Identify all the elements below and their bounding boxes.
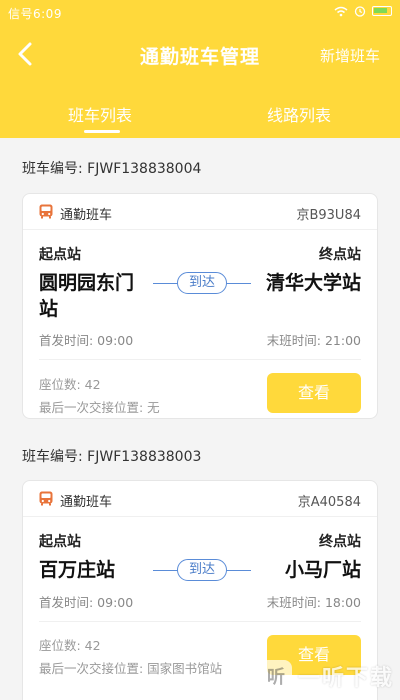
license-plate: 京A40584 <box>297 495 361 510</box>
seat-count: 座位数: 42 <box>39 377 101 392</box>
start-station-label: 起点站 <box>39 247 81 263</box>
end-station-name: 小马厂站 <box>284 559 361 581</box>
bus-type-label: 通勤班车 <box>60 208 113 223</box>
tab-route-list[interactable]: 线路列表 <box>267 102 331 126</box>
start-station-name: 圆明园东门 站 <box>39 270 134 322</box>
license-plate: 京B93U84 <box>296 208 361 223</box>
first-departure-time: 首发时间: 09:00 <box>39 595 134 610</box>
watermark-logo-icon: 听 <box>259 660 292 692</box>
arrive-badge: 到达 <box>177 559 227 581</box>
start-station-label: 起点站 <box>39 534 81 550</box>
bus-icon <box>39 204 53 219</box>
nav-bar: 通勤班车管理 新增班车 <box>0 30 400 80</box>
bus-card: 通勤班车 京B93U84 起点站 终点站 圆明园东门 站 到达 清华大学站 首发… <box>22 193 378 419</box>
battery-icon <box>372 6 392 16</box>
wifi-icon <box>334 6 348 16</box>
status-bar: 信号6:09 <box>0 0 400 26</box>
card-header: 通勤班车 京B93U84 <box>23 194 377 230</box>
end-station-name: 清华大学站 <box>265 272 361 294</box>
last-bus-time: 末班时间: 18:00 <box>266 595 361 610</box>
arrive-badge: 到达 <box>177 272 227 294</box>
tab-bar: 班车列表 线路列表 <box>0 96 400 138</box>
bus-number-label: 班车编号: FJWF138838004 <box>22 161 202 177</box>
header: 信号6:09 通勤班车管理 新增班车 班车列表 线路列表 <box>0 0 400 138</box>
card-header: 通勤班车 京A40584 <box>23 481 377 517</box>
last-handover-location: 最后一次交接位置: 国家图书馆站 <box>39 661 223 676</box>
end-station-label: 终点站 <box>319 534 361 550</box>
start-station-line1: 圆明园东门 <box>39 272 135 294</box>
end-station-label: 终点站 <box>319 247 361 263</box>
card-divider <box>39 621 361 622</box>
active-tab-indicator <box>84 130 120 133</box>
status-icons <box>334 5 392 17</box>
start-station-line2: 站 <box>39 298 59 320</box>
start-station-name: 百万庄站 <box>39 559 116 581</box>
alarm-icon <box>354 6 366 17</box>
last-handover-location: 最后一次交接位置: 无 <box>39 400 160 415</box>
add-bus-button[interactable]: 新增班车 <box>320 45 380 66</box>
card-divider <box>39 359 361 360</box>
seat-count: 座位数: 42 <box>39 638 101 653</box>
view-button[interactable]: 查看 <box>267 373 361 413</box>
bus-number-label: 班车编号: FJWF138838003 <box>22 449 202 465</box>
status-carrier: 信号6:09 <box>8 7 62 21</box>
bus-type-label: 通勤班车 <box>60 495 113 510</box>
first-departure-time: 首发时间: 09:00 <box>39 333 134 348</box>
watermark-text: 一听下载 <box>297 666 394 691</box>
bus-icon <box>39 491 53 506</box>
last-bus-time: 末班时间: 21:00 <box>266 333 361 348</box>
tab-bus-list[interactable]: 班车列表 <box>68 102 132 126</box>
watermark: 听 一听下载 <box>259 660 394 692</box>
